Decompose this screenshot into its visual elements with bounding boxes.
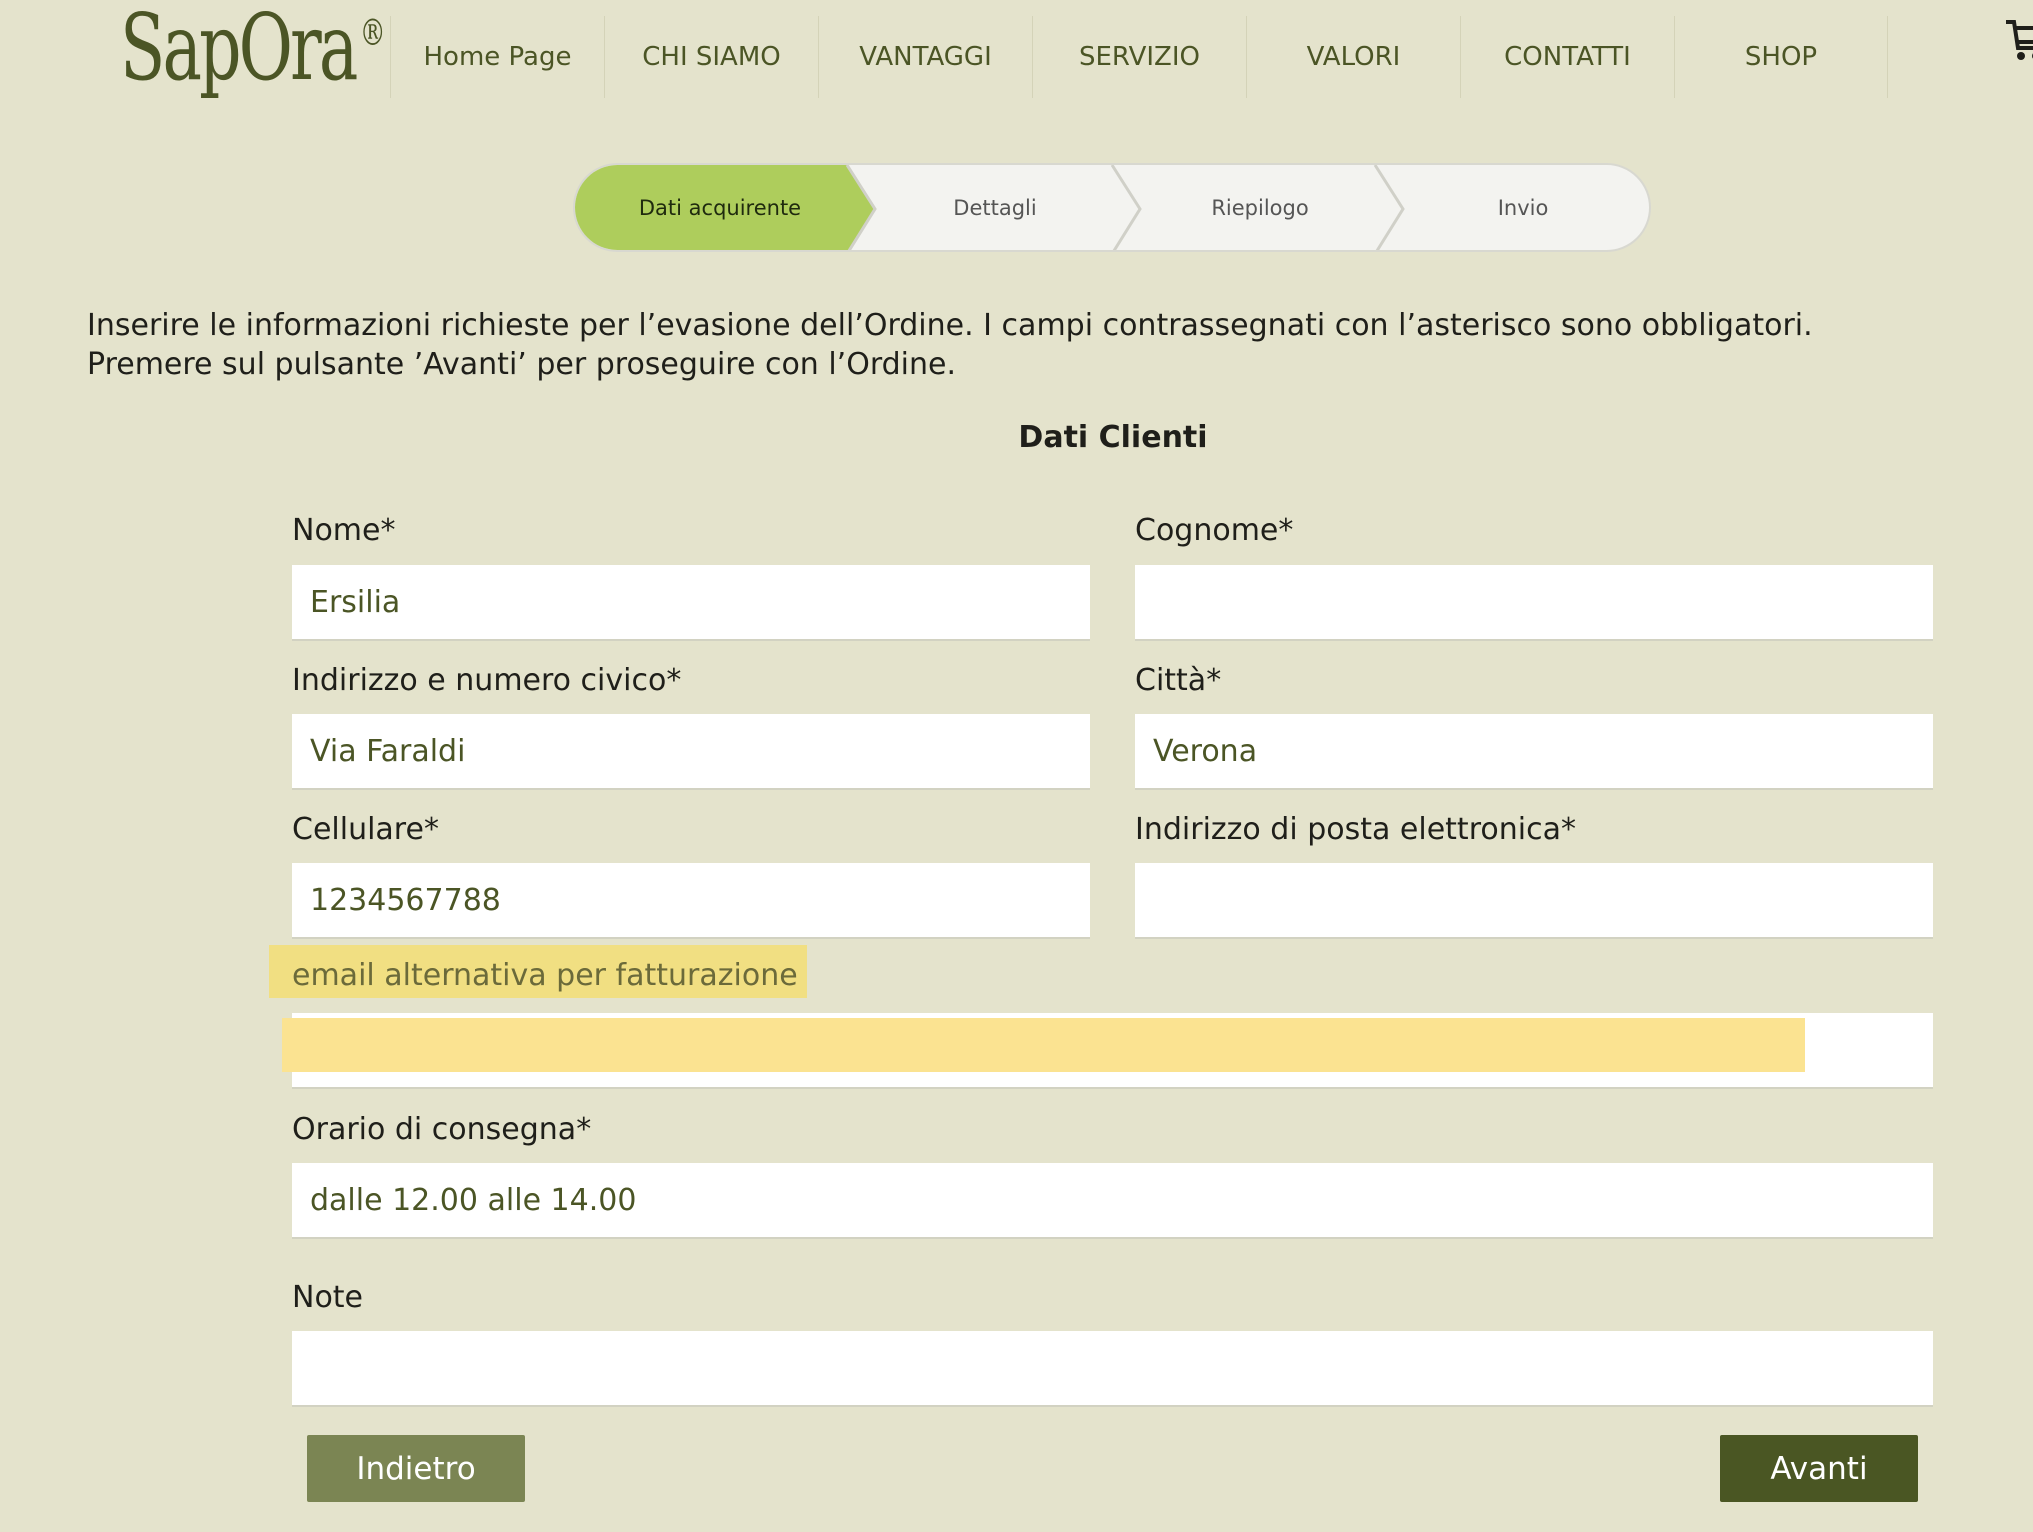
indirizzo-label: Indirizzo e numero civico* [292, 663, 682, 698]
step-invio: Invio [1497, 195, 1549, 220]
step-dettagli: Dettagli [953, 195, 1037, 220]
next-button[interactable]: Avanti [1720, 1435, 1918, 1502]
nav-home-page[interactable]: Home Page [390, 16, 604, 98]
email-label: Indirizzo di posta elettronica* [1135, 812, 1576, 847]
intro-line-1: Inserire le informazioni richieste per l… [87, 308, 1813, 343]
cognome-label: Cognome* [1135, 513, 1294, 548]
orario-label: Orario di consegna* [292, 1112, 592, 1147]
citta-input[interactable] [1135, 714, 1933, 790]
indirizzo-input[interactable] [292, 714, 1090, 790]
nav-contatti[interactable]: CONTATTI [1460, 16, 1674, 98]
cellulare-input[interactable] [292, 863, 1090, 939]
nav-shop[interactable]: SHOP [1674, 16, 1888, 98]
checkout-stepper: Dati acquirente Dettagli Riepilogo Invio [573, 163, 1651, 252]
step-dati-acquirente: Dati acquirente [638, 195, 802, 220]
nav-chi-siamo[interactable]: CHI SIAMO [604, 16, 818, 98]
email-alt-label: email alternativa per fatturazione [292, 958, 798, 993]
logo-registered-mark: ® [359, 13, 386, 54]
nav-valori[interactable]: VALORI [1246, 16, 1460, 98]
citta-label: Città* [1135, 663, 1222, 698]
email-input[interactable] [1135, 863, 1933, 939]
nav-servizio[interactable]: SERVIZIO [1032, 16, 1246, 98]
intro-text: Inserire le informazioni richieste per l… [87, 306, 1987, 384]
nome-label: Nome* [292, 513, 396, 548]
cart-icon[interactable] [2004, 10, 2033, 66]
cellulare-label: Cellulare* [292, 812, 439, 847]
logo-text: SapOra [120, 0, 358, 101]
step-riepilogo: Riepilogo [1211, 195, 1309, 220]
nome-input[interactable] [292, 565, 1090, 641]
intro-line-2: Premere sul pulsante ’Avanti’ per proseg… [87, 347, 957, 382]
back-button[interactable]: Indietro [307, 1435, 525, 1502]
main-nav: Home Page CHI SIAMO VANTAGGI SERVIZIO VA… [390, 16, 1888, 98]
section-title: Dati Clienti [1018, 420, 1208, 455]
cognome-input[interactable] [1135, 565, 1933, 641]
note-input[interactable] [292, 1331, 1933, 1407]
nav-vantaggi[interactable]: VANTAGGI [818, 16, 1032, 98]
highlight-mark-field [282, 1018, 1805, 1072]
orario-input[interactable] [292, 1163, 1933, 1239]
note-label: Note [292, 1280, 364, 1315]
logo[interactable]: SapOra ® [120, 2, 386, 94]
